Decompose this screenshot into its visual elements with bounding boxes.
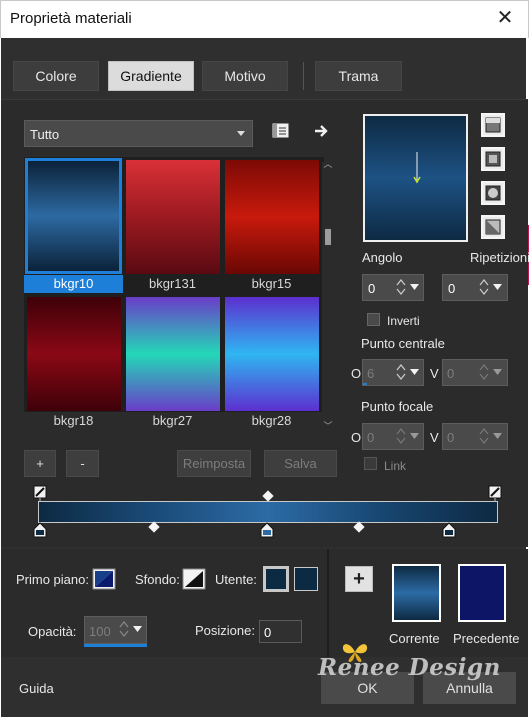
link-checkbox[interactable] xyxy=(364,457,377,470)
link-label: Link xyxy=(384,459,407,473)
tab-colore[interactable]: Colore xyxy=(13,61,99,91)
gradient-label: bkgr131 xyxy=(149,276,196,291)
transparency-stop-icon[interactable] xyxy=(33,485,47,501)
opacity-progress xyxy=(84,644,147,647)
position-label: Posizione: xyxy=(195,623,255,638)
library-icon[interactable] xyxy=(272,123,290,139)
help-link[interactable]: Guida xyxy=(19,681,54,696)
spinner-arrows-icon[interactable] xyxy=(395,425,423,447)
add-gradient-button[interactable]: + xyxy=(24,450,56,477)
reset-button[interactable]: Reimposta xyxy=(177,450,251,477)
gradient-thumb[interactable] xyxy=(27,297,121,411)
center-v-value: 0 xyxy=(447,366,455,381)
gradient-thumb[interactable] xyxy=(225,160,319,274)
opacity-label: Opacità: xyxy=(28,624,77,639)
previous-label: Precedente xyxy=(453,631,520,646)
scrollbar[interactable] xyxy=(322,162,334,428)
invert-checkbox[interactable] xyxy=(367,313,380,326)
watermark: Renee Design xyxy=(318,654,501,681)
chevron-down-icon xyxy=(237,131,245,136)
linear-gradient-icon xyxy=(485,117,501,133)
arrow-right-icon[interactable] xyxy=(314,122,330,140)
user-swatch-2[interactable] xyxy=(294,567,318,591)
center-v-label: V xyxy=(430,366,439,381)
angle-label: Angolo xyxy=(362,250,403,265)
gradient-label: bkgr27 xyxy=(152,413,193,428)
color-stop-icon[interactable] xyxy=(33,522,47,538)
rectangular-style-button[interactable] xyxy=(481,147,505,171)
repeat-value: 0 xyxy=(448,281,456,296)
repeat-label: Ripetizioni xyxy=(470,250,529,265)
opacity-value: 100 xyxy=(89,624,111,639)
radial-style-button[interactable] xyxy=(481,181,505,205)
spinner-arrows-icon[interactable] xyxy=(478,425,506,447)
gradient-label: bkgr15 xyxy=(251,276,292,291)
gradient-thumb[interactable] xyxy=(126,160,220,274)
tab-trama[interactable]: Trama xyxy=(315,61,402,91)
gradient-thumb[interactable] xyxy=(25,158,122,274)
spinner-arrows-icon[interactable] xyxy=(478,361,506,383)
gradient-label: bkgr28 xyxy=(251,413,292,428)
save-button[interactable]: Salva xyxy=(264,450,337,477)
spinner-arrows-icon[interactable] xyxy=(395,361,423,383)
transparency-stop-icon[interactable] xyxy=(488,485,502,501)
foreground-gradient-swatch[interactable] xyxy=(92,568,116,590)
tab-motivo[interactable]: Motivo xyxy=(202,61,288,91)
user-label: Utente: xyxy=(215,572,257,587)
center-o-value: 6 xyxy=(367,366,375,381)
background-label: Sfondo: xyxy=(135,572,180,587)
remove-gradient-button[interactable]: - xyxy=(66,450,99,477)
center-point-label: Punto centrale xyxy=(361,336,445,351)
gradient-bar[interactable] xyxy=(38,501,498,523)
gradient-thumb[interactable] xyxy=(126,297,220,411)
gradient-thumb[interactable] xyxy=(225,297,319,411)
center-o-label: O xyxy=(351,366,362,381)
close-button[interactable]: ✕ xyxy=(484,2,526,34)
color-stop-icon[interactable] xyxy=(442,522,456,538)
previous-swatch[interactable] xyxy=(458,564,506,622)
scrollbar-thumb[interactable] xyxy=(325,229,331,245)
gradient-label: bkgr18 xyxy=(53,413,94,428)
angle-handle-icon xyxy=(413,152,421,184)
linear-style-button[interactable] xyxy=(481,113,505,137)
current-label: Corrente xyxy=(389,631,440,646)
rectangular-gradient-icon xyxy=(485,151,501,167)
current-swatch[interactable] xyxy=(392,564,441,622)
color-stop-icon[interactable] xyxy=(260,522,274,538)
background-gradient-swatch[interactable] xyxy=(182,568,206,590)
chevron-up-icon[interactable]: ︿ xyxy=(323,157,333,169)
center-o-progress xyxy=(363,383,367,385)
sunburst-gradient-icon xyxy=(485,219,501,235)
focal-o-label: O xyxy=(351,430,362,445)
focal-v-value: 0 xyxy=(447,430,455,445)
position-value: 0 xyxy=(264,625,272,640)
invert-label: Inverti xyxy=(387,314,420,328)
spinner-arrows-icon[interactable] xyxy=(478,276,506,298)
gradient-label: bkgr10 xyxy=(24,275,123,293)
sunburst-style-button[interactable] xyxy=(481,215,505,239)
add-swatch-button[interactable]: + xyxy=(345,566,373,592)
chevron-down-icon[interactable]: ﹀ xyxy=(323,419,333,431)
spinner-arrows-icon[interactable] xyxy=(395,276,423,298)
tab-gradiente[interactable]: Gradiente xyxy=(108,61,194,91)
tab-separator xyxy=(303,62,304,90)
focal-point-label: Punto focale xyxy=(361,399,434,414)
radial-gradient-icon xyxy=(485,185,501,201)
spinner-arrows-icon[interactable] xyxy=(118,618,146,640)
category-value: Tutto xyxy=(30,127,60,142)
user-swatch-1[interactable] xyxy=(263,566,289,592)
angle-value: 0 xyxy=(368,281,376,296)
focal-v-label: V xyxy=(430,430,439,445)
gradient-preview[interactable] xyxy=(363,114,468,242)
focal-o-value: 0 xyxy=(367,430,375,445)
foreground-label: Primo piano: xyxy=(16,572,89,587)
window-title: Proprietà materiali xyxy=(10,10,132,27)
